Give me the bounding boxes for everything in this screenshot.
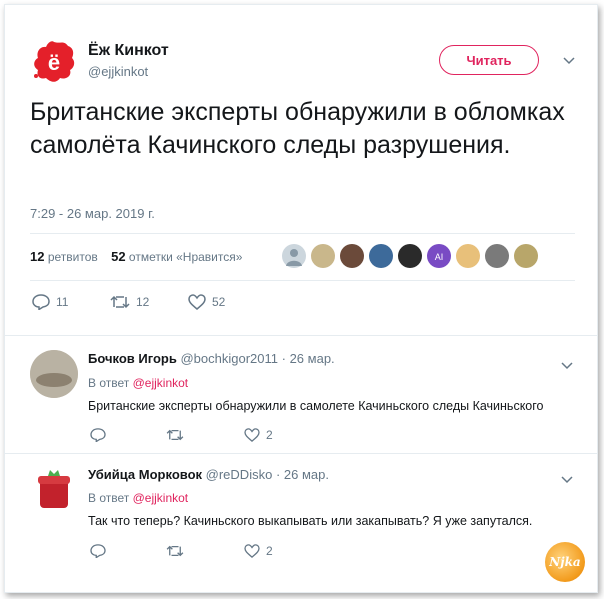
- like-count: 2: [266, 428, 273, 442]
- chevron-down-icon[interactable]: [563, 52, 575, 68]
- follow-button[interactable]: Читать: [439, 45, 539, 75]
- reply-icon: [32, 294, 50, 310]
- reply-to-line: В ответ @ejjkinkot: [88, 491, 188, 505]
- reply-author-handle[interactable]: @reDDisko: [206, 467, 273, 482]
- divider: [5, 453, 597, 454]
- like-action[interactable]: 2: [244, 428, 273, 442]
- reply-icon: [90, 544, 106, 558]
- reply-author-name-text[interactable]: Убийца Морковок: [88, 467, 202, 482]
- liker-avatar[interactable]: [485, 244, 509, 268]
- liker-avatar[interactable]: AI: [427, 244, 451, 268]
- reply-to-handle[interactable]: @ejjkinkot: [133, 491, 189, 505]
- liker-avatar[interactable]: [514, 244, 538, 268]
- reply-to-line: В ответ @ejjkinkot: [88, 376, 188, 390]
- reply-date[interactable]: · 26 мар.: [282, 351, 335, 366]
- reply-icon: [90, 428, 106, 442]
- likes-label[interactable]: отметки «Нравится»: [129, 250, 243, 264]
- liker-avatar[interactable]: [340, 244, 364, 268]
- retweet-action[interactable]: [166, 428, 184, 442]
- divider: [5, 335, 597, 336]
- reply-avatar[interactable]: [30, 350, 78, 398]
- reply-to-handle[interactable]: @ejjkinkot: [133, 376, 189, 390]
- chevron-down-icon[interactable]: [561, 357, 573, 373]
- reply-to-prefix: В ответ: [88, 376, 130, 390]
- liker-avatar[interactable]: [282, 244, 306, 268]
- reply-text: Так что теперь? Качиньского выкапывать и…: [88, 514, 533, 528]
- reply-to-prefix: В ответ: [88, 491, 130, 505]
- retweet-action[interactable]: [166, 544, 184, 558]
- like-count: 2: [266, 544, 273, 558]
- svg-text:ё: ё: [48, 50, 60, 75]
- divider: [30, 280, 575, 281]
- author-name[interactable]: Ёж Кинкот: [88, 42, 169, 60]
- liker-avatar[interactable]: [398, 244, 422, 268]
- like-action[interactable]: 2: [244, 544, 273, 558]
- reply-author-name-text[interactable]: Бочков Игорь: [88, 351, 177, 366]
- author-avatar[interactable]: ё: [30, 38, 78, 86]
- svg-text:AI: AI: [435, 252, 444, 262]
- reply-text: Британские эксперты обнаружили в самолет…: [88, 399, 544, 413]
- retweet-icon: [166, 545, 184, 557]
- liker-avatar[interactable]: [456, 244, 480, 268]
- chevron-down-icon[interactable]: [561, 471, 573, 487]
- tweet-stats: 12 ретвитов 52 отметки «Нравится»: [30, 249, 242, 264]
- divider: [30, 233, 575, 234]
- heart-icon: [188, 294, 206, 310]
- like-count: 52: [212, 295, 226, 309]
- retweet-action[interactable]: 12: [110, 294, 149, 310]
- like-action[interactable]: 52: [188, 294, 225, 310]
- heart-icon: [244, 544, 260, 558]
- reply-author-name[interactable]: Бочков Игорь @bochkigor2011 · 26 мар.: [88, 351, 335, 366]
- likes-count[interactable]: 52: [111, 249, 125, 264]
- reply-avatar[interactable]: [30, 466, 78, 514]
- liker-avatar[interactable]: [311, 244, 335, 268]
- reply-count: 11: [56, 295, 69, 309]
- tweet-text: Британские эксперты обнаружили в обломка…: [30, 98, 565, 159]
- watermark-logo: Njka: [545, 542, 585, 582]
- heart-icon: [244, 428, 260, 442]
- retweets-count[interactable]: 12: [30, 249, 44, 264]
- reply-date[interactable]: · 26 мар.: [276, 467, 329, 482]
- retweets-label[interactable]: ретвитов: [48, 250, 98, 264]
- retweet-count: 12: [136, 295, 150, 309]
- reply-author-handle[interactable]: @bochkigor2011: [180, 351, 278, 366]
- retweet-icon: [110, 295, 130, 309]
- liker-avatar[interactable]: [369, 244, 393, 268]
- reply-action[interactable]: [90, 428, 106, 442]
- reply-action[interactable]: 11: [32, 294, 68, 310]
- tweet-timestamp[interactable]: 7:29 - 26 мар. 2019 г.: [30, 206, 155, 221]
- retweet-icon: [166, 429, 184, 441]
- reply-author-name[interactable]: Убийца Морковок @reDDisko · 26 мар.: [88, 467, 329, 482]
- author-handle[interactable]: @ejjkinkot: [88, 64, 148, 79]
- reply-action[interactable]: [90, 544, 106, 558]
